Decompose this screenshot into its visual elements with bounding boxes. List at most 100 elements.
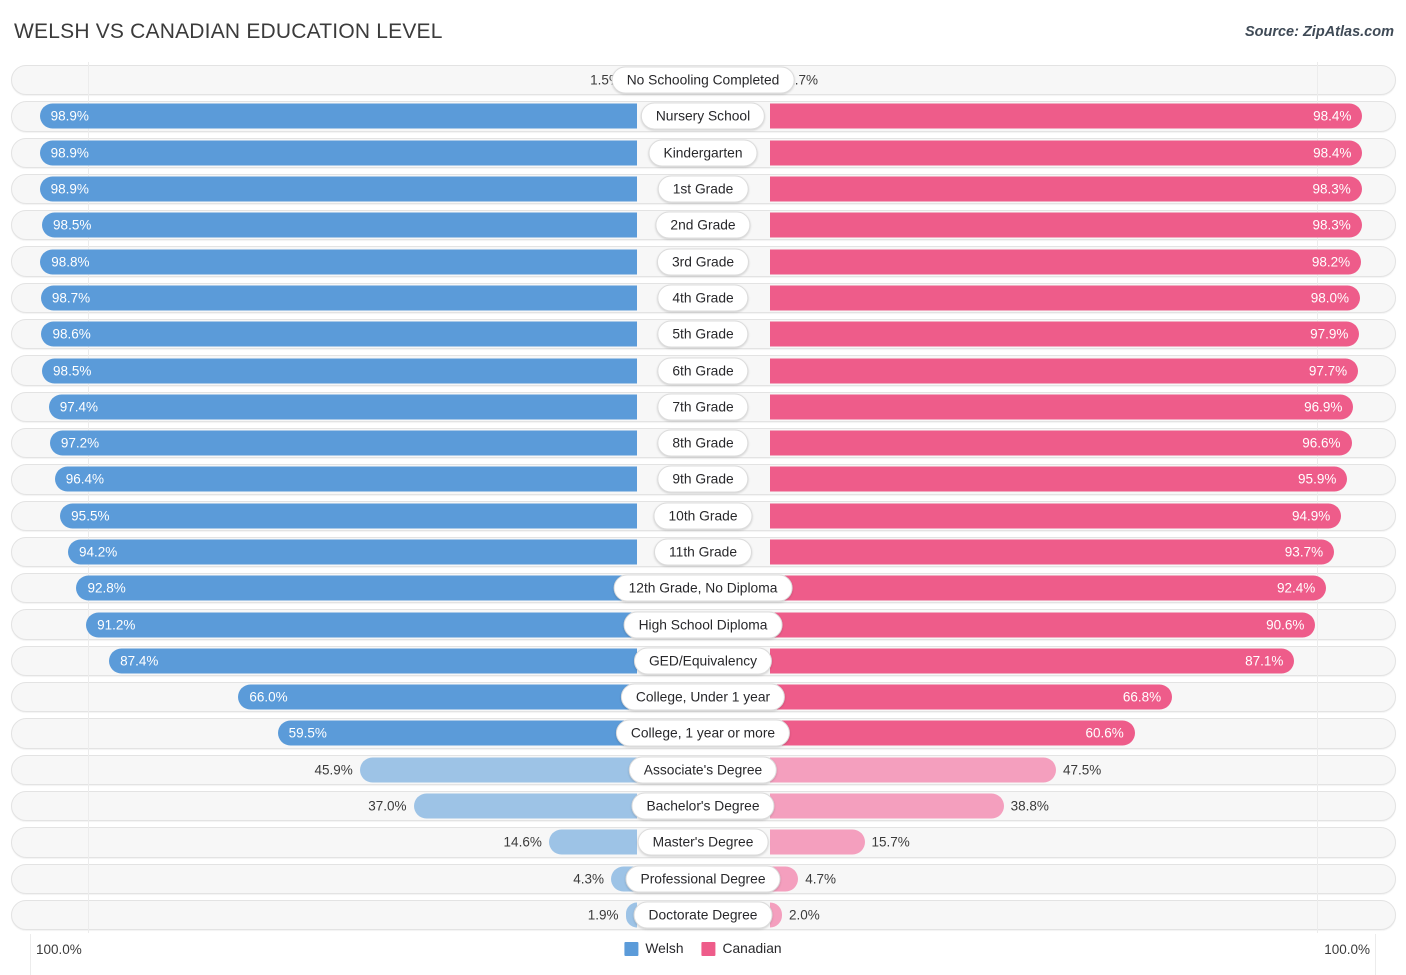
welsh-bar[interactable] [68,539,637,565]
canadian-bar[interactable] [770,575,1327,601]
canadian-value-label: 96.9% [1304,399,1343,415]
canadian-value-label: 90.6% [1266,617,1305,633]
category-label: High School Diploma [623,611,783,639]
canadian-value-label: 95.9% [1298,471,1337,487]
welsh-value-label: 98.8% [51,254,90,270]
category-label: College, 1 year or more [615,719,791,747]
category-label: 3rd Grade [656,248,750,276]
welsh-value-label: 59.5% [288,725,327,741]
welsh-value-label: 98.6% [52,326,91,342]
canadian-value-label: 97.9% [1310,326,1349,342]
canadian-value-label: 98.3% [1312,217,1351,233]
canadian-bar[interactable] [770,648,1295,674]
welsh-value-label: 98.5% [53,217,92,233]
chart-row: 97.2% 96.6% 8th Grade [0,424,1406,462]
chart-row: 4.3% 4.7% Professional Degree [0,860,1406,897]
chart-row: 98.7% 98.0% 4th Grade [0,279,1406,317]
canadian-value-label: 87.1% [1245,653,1284,669]
welsh-bar[interactable] [413,793,637,819]
welsh-value-label: 98.5% [53,363,92,379]
category-label: 9th Grade [657,465,749,493]
chart-row: 96.4% 95.9% 9th Grade [0,461,1406,498]
canadian-bar[interactable] [770,176,1362,202]
canadian-bar[interactable] [770,720,1135,746]
welsh-bar[interactable] [48,394,637,420]
canadian-bar[interactable] [770,612,1316,638]
welsh-bar[interactable] [359,757,637,783]
chart-row: 97.4% 96.9% 7th Grade [0,388,1406,425]
welsh-bar[interactable] [49,430,637,456]
canadian-bar[interactable] [770,358,1359,384]
welsh-bar[interactable] [548,829,637,855]
welsh-value-label: 91.2% [97,617,136,633]
page-header: WELSH VS CANADIAN EDUCATION LEVEL Source… [0,0,1406,62]
welsh-value-label: 87.4% [120,653,159,669]
category-label: College, Under 1 year [620,683,786,711]
canadian-bar[interactable] [770,466,1348,492]
legend-item[interactable]: Canadian [701,941,782,956]
welsh-bar[interactable] [76,575,637,601]
welsh-bar[interactable] [86,612,637,638]
welsh-bar[interactable] [109,648,637,674]
chart-row: 98.9% 98.3% 1st Grade [0,170,1406,208]
category-label: Master's Degree [637,828,769,856]
canadian-bar[interactable] [770,212,1362,238]
welsh-bar[interactable] [42,358,637,384]
diverging-bar-chart: 1.5% 1.7% No Schooling Completed 98.9% 98.4%… [0,62,1406,934]
welsh-bar[interactable] [39,140,637,166]
canadian-bar[interactable] [770,793,1004,819]
welsh-bar[interactable] [40,249,637,275]
canadian-value-label: 38.8% [1010,798,1049,814]
chart-row: 98.6% 97.9% 5th Grade [0,316,1406,353]
welsh-bar[interactable] [41,321,637,347]
canadian-value-label: 66.8% [1122,689,1162,705]
welsh-bar[interactable] [39,176,637,202]
canadian-bar[interactable] [770,249,1362,275]
welsh-value-label: 98.9% [50,108,89,124]
chart-row: 94.2% 93.7% 11th Grade [0,533,1406,571]
canadian-bar[interactable] [770,829,865,855]
welsh-bar[interactable] [40,285,637,311]
category-label: 1st Grade [657,175,749,203]
canadian-value-label: 47.5% [1062,762,1102,778]
canadian-bar[interactable] [770,285,1360,311]
canadian-value-label: 98.4% [1313,145,1352,161]
welsh-bar[interactable] [54,466,637,492]
category-label: GED/Equivalency [633,647,773,675]
legend-item[interactable]: Welsh [624,941,684,956]
canadian-value-label: 93.7% [1284,544,1324,560]
welsh-bar[interactable] [39,103,637,129]
chart-row: 66.0% 66.8% College, Under 1 year [0,679,1406,716]
chart-legend: Welsh Canadian [624,941,782,956]
category-label: 2nd Grade [655,211,751,239]
welsh-bar[interactable] [277,720,637,746]
welsh-value-label: 95.5% [71,508,110,524]
canadian-bar[interactable] [770,430,1352,456]
category-label: 8th Grade [657,429,749,457]
welsh-bar[interactable] [42,212,637,238]
canadian-bar[interactable] [770,757,1056,783]
canadian-value-label: 92.4% [1276,580,1316,596]
canadian-bar[interactable] [770,503,1342,529]
canadian-value-label: 60.6% [1085,725,1124,741]
welsh-bar[interactable] [238,684,637,710]
chart-row: 92.8% 92.4% 12th Grade, No Diploma [0,570,1406,607]
canadian-bar[interactable] [770,321,1360,347]
canadian-bar[interactable] [770,103,1363,129]
welsh-bar[interactable] [60,503,637,529]
canadian-bar[interactable] [770,394,1354,420]
canadian-value-label: 98.0% [1310,290,1349,306]
category-label: 12th Grade, No Diploma [613,574,793,602]
canadian-value-label: 4.7% [805,871,837,887]
canadian-bar[interactable] [770,684,1173,710]
category-label: Associate's Degree [628,756,778,784]
chart-row: 45.9% 47.5% Associate's Degree [0,751,1406,788]
canadian-value-label: 97.7% [1308,363,1348,379]
axis-max-left: 100.0% [36,942,82,957]
welsh-value-label: 94.2% [79,544,118,560]
canadian-bar[interactable] [770,539,1335,565]
category-label: 10th Grade [653,502,753,530]
category-label: 5th Grade [657,320,749,348]
canadian-bar[interactable] [770,140,1363,166]
chart-row: 1.5% 1.7% No Schooling Completed [0,62,1406,99]
